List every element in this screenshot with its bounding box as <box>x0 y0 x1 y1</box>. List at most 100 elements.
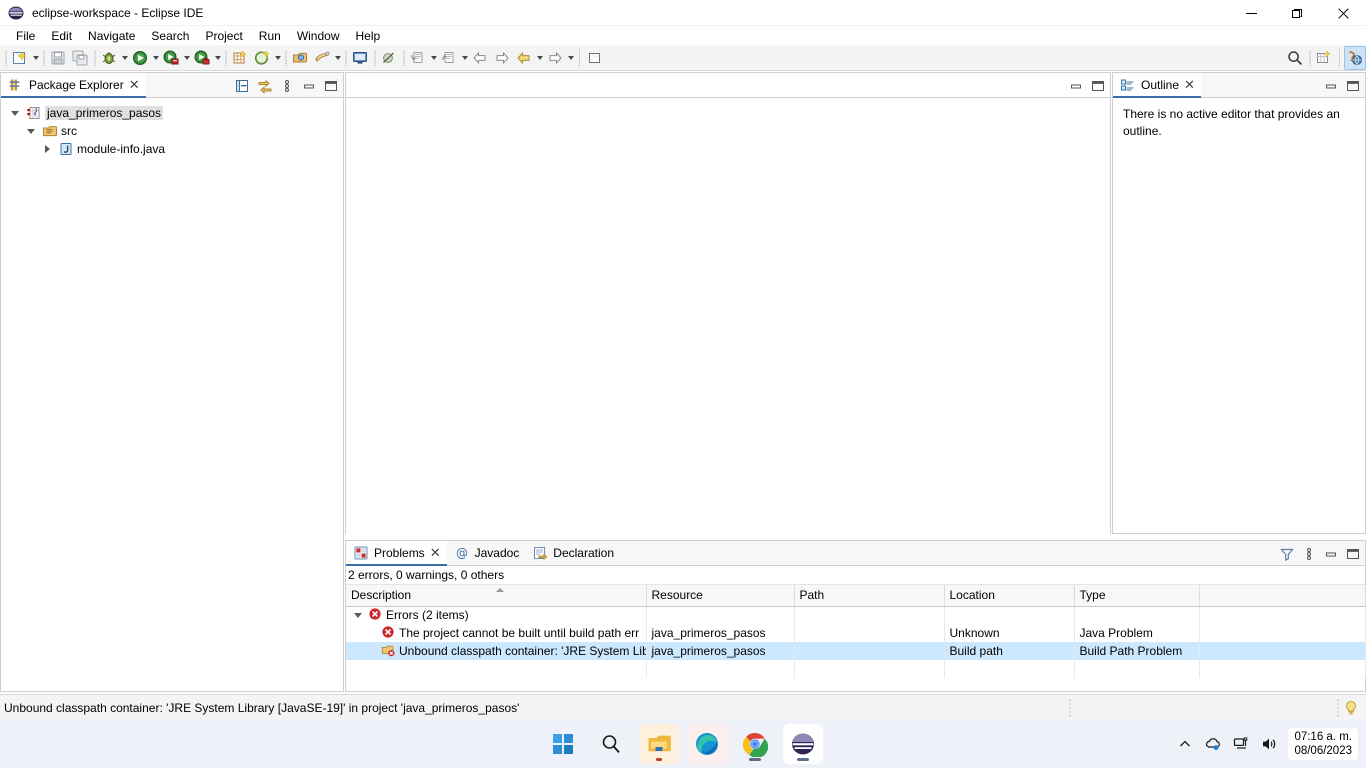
close-icon[interactable]: ✕ <box>129 79 140 92</box>
forward-dropdown-icon[interactable] <box>566 47 575 69</box>
new-java-class-icon[interactable] <box>1313 46 1335 70</box>
chevron-down-icon[interactable] <box>351 607 364 623</box>
tab-outline[interactable]: Outline ✕ <box>1113 73 1201 98</box>
table-row[interactable]: Errors (2 items) <box>346 606 1366 624</box>
minimize-icon[interactable] <box>1323 78 1339 94</box>
toolbar-separator <box>91 48 98 68</box>
java-perspective-icon[interactable] <box>1344 45 1366 70</box>
column-header-location[interactable]: Location <box>944 585 1075 607</box>
lightbulb-icon[interactable] <box>1342 699 1360 717</box>
open-task-2-icon[interactable] <box>311 46 333 70</box>
close-icon[interactable]: ✕ <box>1184 79 1195 92</box>
maximize-icon[interactable] <box>1090 78 1106 94</box>
tree-node-module-info[interactable]: module-info.java <box>1 140 343 158</box>
chevron-down-icon[interactable] <box>7 105 23 121</box>
menu-file[interactable]: File <box>8 27 43 45</box>
new-java-project-icon[interactable] <box>229 46 251 70</box>
next-edit-location-icon[interactable] <box>491 46 513 70</box>
run-external-tools-icon[interactable] <box>191 46 213 70</box>
table-row[interactable]: Unbound classpath container: 'JRE System… <box>346 642 1366 660</box>
run-icon[interactable] <box>129 46 151 70</box>
view-menu-icon[interactable] <box>1301 546 1317 562</box>
minimize-icon[interactable] <box>301 78 317 94</box>
collapse-all-icon[interactable] <box>235 78 251 94</box>
onedrive-icon[interactable] <box>1204 735 1222 753</box>
chevron-up-icon[interactable] <box>1176 735 1194 753</box>
network-icon[interactable] <box>1232 735 1250 753</box>
column-header-resource[interactable]: Resource <box>646 585 795 607</box>
save-all-icon[interactable] <box>69 46 91 70</box>
back-icon[interactable] <box>513 46 535 70</box>
next-annotation-icon[interactable] <box>407 46 429 70</box>
previous-annotation-dropdown-icon[interactable] <box>460 47 469 69</box>
debug-dropdown-icon[interactable] <box>120 47 129 69</box>
quick-access-icon[interactable] <box>1284 46 1306 70</box>
maximize-icon[interactable] <box>1345 546 1361 562</box>
open-type-icon[interactable] <box>251 46 273 70</box>
taskbar-chrome[interactable] <box>735 724 775 764</box>
status-resize-handle[interactable] <box>1066 697 1074 718</box>
taskbar-file-explorer[interactable] <box>639 724 679 764</box>
open-task-dropdown-icon[interactable] <box>333 47 342 69</box>
close-icon[interactable]: ✕ <box>430 547 441 560</box>
column-header-type[interactable]: Type <box>1074 585 1200 607</box>
minimize-button[interactable] <box>1228 0 1274 26</box>
tab-declaration[interactable]: Declaration <box>525 541 620 565</box>
new-wizard-dropdown-icon[interactable] <box>31 47 40 69</box>
tree-node-project[interactable]: java_primeros_pasos <box>1 104 343 122</box>
coverage-dropdown-icon[interactable] <box>182 47 191 69</box>
next-annotation-dropdown-icon[interactable] <box>429 47 438 69</box>
close-button[interactable] <box>1320 0 1366 26</box>
menu-navigate[interactable]: Navigate <box>80 27 143 45</box>
new-wizard-icon[interactable] <box>9 46 31 70</box>
view-menu-icon[interactable] <box>279 78 295 94</box>
maximize-icon[interactable] <box>323 78 339 94</box>
chevron-down-icon[interactable] <box>23 123 39 139</box>
cell-path <box>794 642 945 660</box>
menu-help[interactable]: Help <box>348 27 389 45</box>
column-header-path[interactable]: Path <box>794 585 945 607</box>
menu-project[interactable]: Project <box>197 27 250 45</box>
maximize-button[interactable] <box>1274 0 1320 26</box>
taskbar-search[interactable] <box>591 724 631 764</box>
taskbar-clock[interactable]: 07:16 a. m. 08/06/2023 <box>1288 728 1358 760</box>
coverage-icon[interactable] <box>160 46 182 70</box>
forward-icon[interactable] <box>544 46 566 70</box>
taskbar-edge[interactable] <box>687 724 727 764</box>
save-icon[interactable] <box>47 46 69 70</box>
editor-toolbar <box>1068 73 1106 98</box>
minimize-icon[interactable] <box>1068 78 1084 94</box>
run-dropdown-icon[interactable] <box>151 47 160 69</box>
last-edit-location-icon[interactable] <box>469 46 491 70</box>
run-external-tools-dropdown-icon[interactable] <box>213 47 222 69</box>
declaration-icon <box>532 545 548 561</box>
debug-icon[interactable] <box>98 46 120 70</box>
menu-edit[interactable]: Edit <box>43 27 80 45</box>
maximize-icon[interactable] <box>1345 78 1361 94</box>
menu-window[interactable]: Window <box>289 27 348 45</box>
tree-node-src[interactable]: src <box>1 122 343 140</box>
taskbar-eclipse[interactable] <box>783 724 823 764</box>
filter-icon[interactable] <box>1279 546 1295 562</box>
tab-package-explorer[interactable]: Package Explorer ✕ <box>1 73 146 98</box>
tab-javadoc[interactable]: @ Javadoc <box>446 541 526 565</box>
open-type-dropdown-icon[interactable] <box>273 47 282 69</box>
menu-run[interactable]: Run <box>251 27 289 45</box>
previous-annotation-icon[interactable] <box>438 46 460 70</box>
open-task-icon[interactable] <box>289 46 311 70</box>
volume-icon[interactable] <box>1260 735 1278 753</box>
start-button[interactable] <box>543 724 583 764</box>
table-row[interactable]: The project cannot be built until build … <box>346 624 1366 642</box>
empty-editor-surface[interactable] <box>346 98 1110 558</box>
minimize-icon[interactable] <box>1323 546 1339 562</box>
chevron-right-icon[interactable] <box>39 141 55 157</box>
console-icon[interactable] <box>349 46 371 70</box>
menu-search[interactable]: Search <box>143 27 197 45</box>
skip-breakpoints-icon[interactable] <box>378 46 400 70</box>
back-dropdown-icon[interactable] <box>535 47 544 69</box>
tab-problems[interactable]: Problems ✕ <box>346 541 447 566</box>
new-editor-icon[interactable] <box>584 46 606 70</box>
column-header-extra[interactable] <box>1199 585 1366 607</box>
column-header-description[interactable]: Description <box>346 585 647 607</box>
link-with-editor-icon[interactable] <box>257 78 273 94</box>
